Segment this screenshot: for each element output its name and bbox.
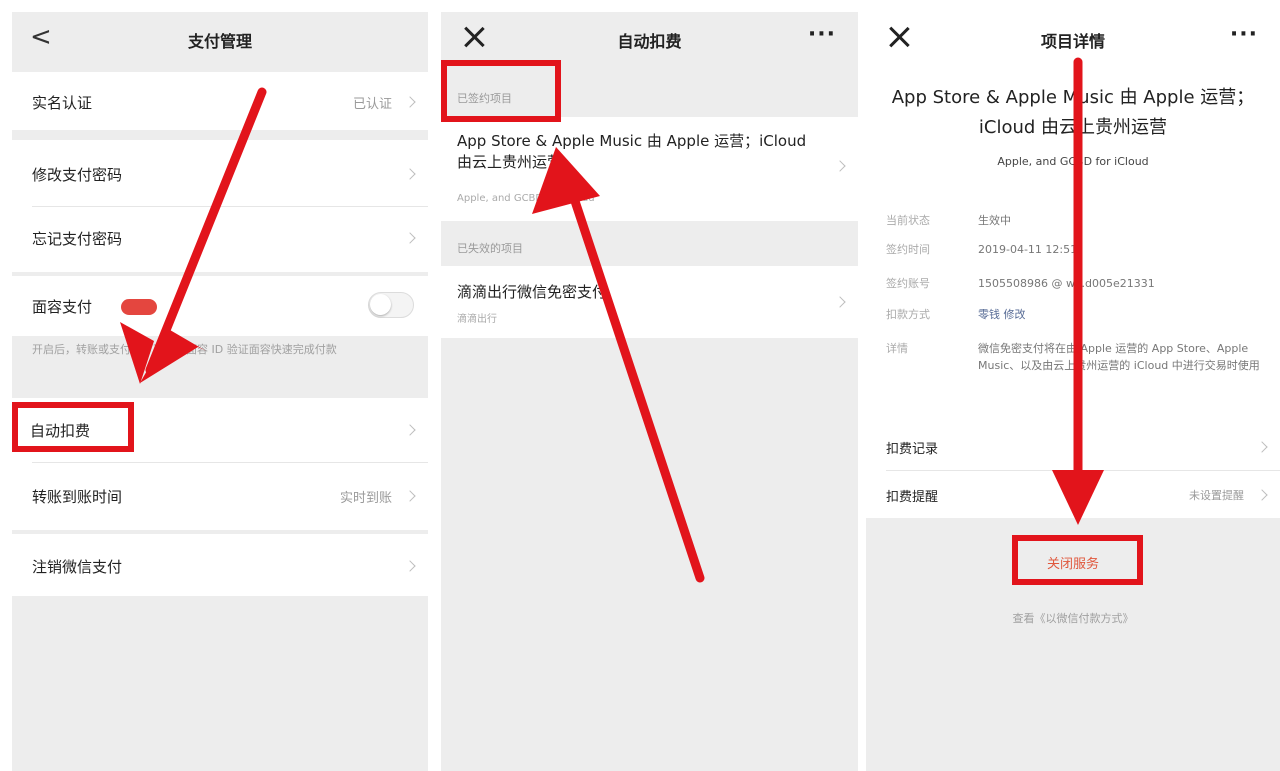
highlight-box-close-service — [1012, 535, 1143, 585]
chevron-right-icon — [404, 168, 416, 180]
change-password-row[interactable]: 修改支付密码 — [12, 140, 428, 206]
detail-label: 扣款方式 — [886, 308, 930, 321]
chevron-right-icon — [1256, 489, 1268, 501]
password-group: 修改支付密码 忘记支付密码 — [12, 140, 428, 272]
apple-subscription-item[interactable]: App Store & Apple Music 由 Apple 运营；iClou… — [441, 117, 858, 221]
transfer-time-row[interactable]: 转账到账时间 实时到账 — [12, 462, 428, 530]
item-subtitle: Apple, and GCBD for iCloud — [457, 193, 595, 204]
detail-title-line1: App Store & Apple Music 由 Apple 运营； — [891, 87, 1255, 108]
face-pay-toggle[interactable] — [368, 292, 414, 318]
highlight-box-auto-deduct — [12, 402, 134, 452]
row-value: 已认证 — [352, 97, 392, 112]
chevron-right-icon — [1256, 441, 1268, 453]
detail-row-description: 详情 微信免密支付将在由 Apple 运营的 App Store、Apple M… — [886, 340, 1272, 406]
chevron-right-icon — [404, 490, 416, 502]
cancel-pay-row[interactable]: 注销微信支付 — [12, 534, 428, 596]
detail-value: 1505508986 @ wx.d005e21331 — [978, 277, 1155, 290]
item-title: App Store & Apple Music 由 Apple 运营；iClou… — [457, 132, 807, 171]
section-title-expired: 已失效的项目 — [457, 242, 523, 255]
more-icon[interactable]: ··· — [1230, 22, 1258, 47]
highlight-box-active-section — [441, 60, 561, 122]
row-label: 面容支付 — [32, 298, 93, 316]
row-value: 未设置提醒 — [1189, 489, 1244, 502]
deduct-records-row[interactable]: 扣费记录 — [866, 422, 1280, 470]
chevron-right-icon — [834, 296, 846, 308]
more-icon[interactable]: ··· — [808, 22, 836, 47]
chevron-right-icon — [404, 232, 416, 244]
chevron-right-icon — [834, 160, 846, 172]
item-subtitle: 滴滴出行 — [457, 314, 497, 325]
row-label: 转账到账时间 — [32, 488, 123, 506]
detail-subtitle: Apple, and GCBD for iCloud — [997, 155, 1149, 168]
detail-title: App Store & Apple Music 由 Apple 运营； iClo… — [870, 83, 1276, 143]
face-pay-helper: 开启后，转账或支付时，可使用面容 ID 验证面容快速完成付款 — [32, 343, 337, 356]
item-detail-screen: 项目详情 ··· App Store & Apple Music 由 Apple… — [866, 12, 1280, 771]
row-label: 扣费记录 — [886, 442, 939, 457]
navbar: 自动扣费 ··· — [441, 12, 858, 67]
row-label: 修改支付密码 — [32, 166, 123, 184]
row-label: 忘记支付密码 — [32, 230, 123, 248]
item-title: 滴滴出行微信免密支付 — [457, 283, 608, 301]
detail-label: 当前状态 — [886, 214, 930, 227]
row-label: 实名认证 — [32, 94, 93, 112]
detail-label: 签约时间 — [886, 243, 930, 256]
pay-method-link[interactable]: 零钱 修改 — [978, 306, 1272, 323]
row-value: 实时到账 — [339, 491, 392, 506]
face-pay-row: 面容支付 — [12, 276, 428, 336]
records-group: 扣费记录 扣费提醒 未设置提醒 — [866, 422, 1280, 518]
detail-label: 签约账号 — [886, 277, 930, 290]
detail-title-line2: iCloud 由云上贵州运营 — [978, 117, 1168, 138]
detail-value: 2019-04-11 12:51 — [978, 243, 1078, 256]
auto-deduct-screen: 自动扣费 ··· 已签约项目 App Store & Apple Music 由… — [441, 12, 858, 771]
row-label: 扣费提醒 — [886, 490, 939, 505]
chevron-right-icon — [404, 560, 416, 572]
detail-label: 详情 — [886, 342, 908, 355]
footer-link[interactable]: 查看《以微信付款方式》 — [866, 610, 1280, 626]
forgot-password-row[interactable]: 忘记支付密码 — [12, 206, 428, 272]
detail-value: 生效中 — [978, 214, 1011, 227]
real-name-row[interactable]: 实名认证 已认证 — [12, 72, 428, 130]
new-badge — [121, 299, 157, 315]
didi-subscription-item[interactable]: 滴滴出行微信免密支付 滴滴出行 — [441, 266, 858, 338]
navbar: 项目详情 ··· — [866, 12, 1280, 67]
deduct-reminder-row[interactable]: 扣费提醒 未设置提醒 — [866, 470, 1280, 518]
page-title: 自动扣费 — [617, 32, 682, 51]
navbar: < 支付管理 — [12, 12, 428, 67]
page-title: 支付管理 — [187, 32, 252, 51]
detail-value: 微信免密支付将在由 Apple 运营的 App Store、Apple Musi… — [978, 342, 1260, 372]
chevron-right-icon — [404, 96, 416, 108]
chevron-right-icon — [404, 424, 416, 436]
payment-management-screen: < 支付管理 实名认证 已认证 修改支付密码 忘记支付密码 面容支付 开启后，转… — [12, 12, 428, 771]
row-label: 注销微信支付 — [32, 558, 123, 576]
page-title: 项目详情 — [1040, 32, 1105, 51]
